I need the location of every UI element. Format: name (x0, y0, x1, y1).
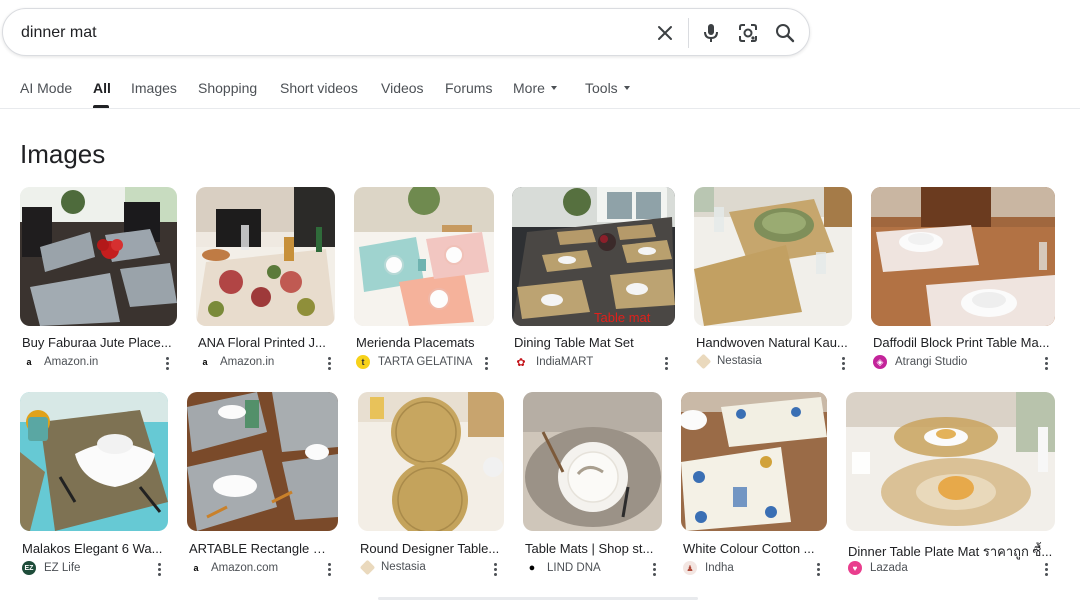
tab-all[interactable]: All (93, 80, 111, 96)
result-source[interactable]: a Amazon.com (189, 561, 278, 575)
nestasia-icon (695, 353, 712, 369)
result-source-name: Amazon.in (44, 356, 99, 368)
result-source-name: Amazon.com (211, 562, 279, 574)
result-source-name: Atrangi Studio (895, 356, 968, 368)
tab-tools[interactable]: Tools (585, 80, 630, 96)
result-source-name: Amazon.in (220, 356, 275, 368)
result-thumbnail[interactable] (846, 392, 1055, 531)
search-box[interactable] (2, 8, 810, 56)
active-tab-indicator (93, 105, 109, 108)
more-options-icon[interactable] (647, 561, 661, 577)
result-title[interactable]: Round Designer Table... (360, 541, 503, 556)
more-options-icon[interactable] (322, 355, 336, 371)
result-thumbnail[interactable] (523, 392, 662, 531)
search-tabs: AI Mode All Images Shopping Short videos… (0, 70, 1080, 109)
result-title[interactable]: Daffodil Block Print Table Ma... (873, 335, 1055, 350)
result-source-name: TARTA GELATINA (378, 356, 473, 368)
tab-images[interactable]: Images (131, 80, 177, 96)
atrangi-icon: ◈ (873, 355, 887, 369)
amazon-icon: a (189, 561, 203, 575)
result-title[interactable]: Merienda Placemats (356, 335, 481, 350)
result-title[interactable]: Dining Table Mat Set (514, 335, 664, 350)
result-title[interactable]: Malakos Elegant 6 Wa... (22, 541, 167, 556)
lazada-icon: ♥ (848, 561, 862, 575)
result-source[interactable]: t TARTA GELATINA (356, 355, 472, 369)
result-source[interactable]: Nestasia (695, 353, 762, 369)
search-icon[interactable] (773, 21, 797, 45)
search-input[interactable] (21, 22, 621, 44)
result-source[interactable]: EZ EZ Life (22, 561, 80, 575)
result-source-name: Lazada (870, 562, 908, 574)
more-options-icon[interactable] (322, 561, 336, 577)
chevron-down-icon (623, 86, 630, 91)
images-section-title: Images (20, 139, 106, 169)
tab-videos[interactable]: Videos (381, 80, 424, 96)
result-thumbnail[interactable] (681, 392, 827, 531)
result-thumbnail[interactable] (358, 392, 504, 531)
more-options-icon[interactable] (152, 561, 166, 577)
tab-forums[interactable]: Forums (445, 80, 492, 96)
more-options-icon[interactable] (479, 355, 493, 371)
tab-tools-label: Tools (585, 80, 618, 96)
result-source-name: IndiaMART (536, 356, 594, 368)
result-title[interactable]: Handwoven Natural Kau... (696, 335, 851, 350)
clear-icon[interactable] (653, 21, 677, 45)
tab-short-videos[interactable]: Short videos (280, 80, 358, 96)
lind-dna-icon: ● (525, 561, 539, 575)
result-source[interactable]: ♟ Indha (683, 561, 734, 575)
more-options-icon[interactable] (1039, 561, 1053, 577)
search-divider (688, 18, 689, 48)
indha-icon: ♟ (683, 561, 697, 575)
more-options-icon[interactable] (1039, 355, 1053, 371)
result-thumbnail[interactable]: Table mat (512, 187, 675, 326)
tab-ai-mode[interactable]: AI Mode (20, 80, 72, 96)
result-source[interactable]: ● LIND DNA (525, 561, 601, 575)
result-source-name: Nestasia (381, 561, 426, 573)
amazon-icon: a (198, 355, 212, 369)
result-title[interactable]: ANA Floral Printed J... (198, 335, 331, 350)
indiamart-icon: ✿ (514, 355, 528, 369)
result-title[interactable]: Table Mats | Shop st... (525, 541, 660, 556)
result-source-name: Indha (705, 562, 734, 574)
result-source[interactable]: a Amazon.in (22, 355, 98, 369)
more-options-icon[interactable] (659, 355, 673, 371)
result-thumbnail[interactable] (354, 187, 494, 326)
chevron-down-icon (550, 86, 557, 91)
more-options-icon[interactable] (160, 355, 174, 371)
nestasia-icon (359, 559, 376, 575)
more-options-icon[interactable] (836, 355, 850, 371)
result-source-name: LIND DNA (547, 562, 601, 574)
tab-more[interactable]: More (513, 80, 557, 96)
result-source-name: Nestasia (717, 355, 762, 367)
result-source-name: EZ Life (44, 562, 81, 574)
result-title[interactable]: Buy Faburaa Jute Place... (22, 335, 172, 350)
result-thumbnail[interactable] (187, 392, 338, 531)
result-title[interactable]: Dinner Table Plate Mat ราคาถูก ซื้... (848, 541, 1053, 562)
result-thumbnail[interactable] (20, 187, 177, 326)
result-source[interactable]: Nestasia (359, 559, 426, 575)
result-source[interactable]: ♥ Lazada (848, 561, 908, 575)
lens-camera-icon[interactable] (736, 21, 760, 45)
more-options-icon[interactable] (811, 561, 825, 577)
result-source[interactable]: a Amazon.in (198, 355, 274, 369)
tarta-gelatina-icon: t (356, 355, 370, 369)
amazon-icon: a (22, 355, 36, 369)
tab-more-label: More (513, 80, 545, 96)
result-thumbnail[interactable] (20, 392, 168, 531)
result-thumbnail[interactable] (871, 187, 1055, 326)
result-title[interactable]: White Colour Cotton ... (683, 541, 823, 556)
tab-shopping[interactable]: Shopping (198, 80, 257, 96)
microphone-icon[interactable] (699, 21, 723, 45)
result-thumbnail[interactable] (196, 187, 335, 326)
result-thumbnail[interactable] (694, 187, 852, 326)
more-options-icon[interactable] (488, 561, 502, 577)
result-title[interactable]: ARTABLE Rectangle Pl... (189, 541, 334, 556)
thumbnail-overlay-text: Table mat (594, 310, 651, 325)
result-source[interactable]: ◈ Atrangi Studio (873, 355, 967, 369)
ezlife-icon: EZ (22, 561, 36, 575)
result-source[interactable]: ✿ IndiaMART (514, 355, 593, 369)
